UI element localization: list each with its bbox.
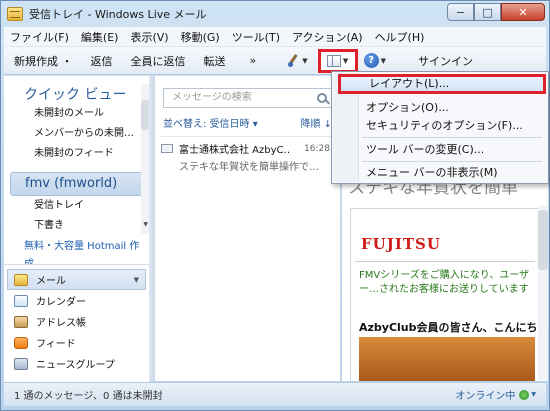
brush-icon (286, 54, 300, 68)
nav-item-unread-contacts[interactable]: メンバーからの未開… (4, 124, 149, 144)
app-calendar-label: カレンダー (36, 297, 86, 308)
online-icon (519, 389, 530, 400)
new-button[interactable]: 新規作成 ・ (14, 53, 73, 69)
chevron-down-icon: ▼ (133, 275, 139, 284)
nav-scrollbar[interactable] (141, 84, 149, 234)
app-calendar[interactable]: カレンダー (4, 290, 149, 311)
status-message-count: 1 通のメッセージ、0 通は未開封 (14, 391, 163, 402)
mail-icon (14, 273, 28, 286)
app-feeds[interactable]: フィード (4, 332, 149, 353)
menu-bar: ファイル(F) 編集(E) 表示(V) 移動(G) ツール(T) アクション(A… (4, 27, 546, 47)
caption-buttons: − □ ✕ (447, 3, 545, 21)
status-bar: 1 通のメッセージ、0 通は未開封 オンライン中 ▼ (4, 382, 546, 406)
chevron-down-icon: ▼ (302, 56, 308, 65)
sort-by-dropdown[interactable]: 並べ替え: 受信日時 ▾ (163, 115, 258, 130)
minimize-button[interactable]: − (447, 3, 474, 21)
menu-file[interactable]: ファイル(F) (10, 29, 69, 45)
promo-image (359, 337, 535, 381)
maximize-button[interactable]: □ (474, 3, 501, 21)
menu-go[interactable]: 移動(G) (181, 29, 220, 45)
sort-bar: 並べ替え: 受信日時 ▾ 降順 ↓ (163, 114, 332, 130)
menu-view[interactable]: 表示(V) (130, 29, 168, 45)
sort-direction-toggle[interactable]: 降順 ↓ (300, 115, 332, 130)
body-heading: AzbyClub会員の皆さん、こんにち (359, 321, 538, 334)
title-bar: 受信トレイ - Windows Live メール − □ ✕ (1, 1, 549, 27)
chevron-down-icon: ▼ (531, 391, 536, 398)
chevron-down-icon: ▼ (380, 56, 387, 65)
menu-separator (362, 161, 542, 162)
help-icon: ? (363, 53, 379, 68)
reply-all-button[interactable]: 全員に返信 (131, 53, 186, 69)
app-mail-label: メール (36, 276, 66, 287)
menu-item-customize-toolbar[interactable]: ツール バーの変更(C)... (338, 140, 546, 160)
calendar-icon (14, 294, 28, 307)
app-mail[interactable]: メール ▼ (7, 269, 146, 290)
menu-item-layout[interactable]: レイアウト(L)... (338, 74, 546, 94)
address-book-icon (14, 315, 28, 328)
menu-edit[interactable]: 編集(E) (81, 29, 119, 45)
reading-scroll-thumb[interactable] (538, 210, 548, 270)
app-newsgroups[interactable]: ニュースグループ (4, 353, 149, 374)
scroll-down-icon[interactable]: ▼ (143, 221, 148, 228)
app-newsgroups-label: ニュースグループ (36, 360, 115, 371)
online-status[interactable]: オンライン中 ▼ (455, 387, 536, 402)
feed-icon (14, 336, 28, 349)
mail-app-icon (7, 7, 23, 21)
message-header-line: 富士通株式会社 AzbyC… 16:28 ▸ (161, 141, 336, 156)
app-address-book-label: アドレス帳 (36, 318, 86, 329)
nav-item-unread-mail[interactable]: 未開封のメール (4, 104, 149, 124)
app-feeds-label: フィード (36, 339, 76, 350)
message-subject: ステキな年賀状を簡単操作で… (179, 162, 319, 173)
search-icon[interactable] (317, 93, 327, 103)
body-notice: FMVシリーズをご購入になり、ユーザー…されたお客様にお送りしています (359, 270, 530, 295)
app-address-book[interactable]: アドレス帳 (4, 311, 149, 332)
menu-actions[interactable]: アクション(A) (292, 29, 363, 45)
signin-button[interactable]: サインイン (418, 53, 473, 69)
reading-scrollbar[interactable] (538, 206, 548, 381)
search-input[interactable]: メッセージの検索 (163, 88, 332, 108)
app-switcher: メール ▼ カレンダー アドレス帳 フィード ニュースグループ (4, 264, 149, 384)
layout-dropdown-menu: レイアウト(L)... オプション(O)... セキュリティのオプション(F).… (331, 71, 549, 184)
fujitsu-logo: FUJITSU (361, 235, 441, 253)
color-brush-button[interactable]: ▼ (286, 54, 308, 68)
nav-item-inbox[interactable]: 受信トレイ (4, 196, 149, 216)
window-title: 受信トレイ - Windows Live メール (29, 8, 207, 21)
newsgroup-icon (14, 357, 28, 370)
message-time: 16:28 (304, 143, 330, 154)
menu-separator (362, 137, 542, 138)
hotmail-promo-link[interactable]: 無料・大容量 Hotmail 作成 (4, 238, 149, 270)
reply-button[interactable]: 返信 (91, 53, 113, 69)
menu-tools[interactable]: ツール(T) (232, 29, 280, 45)
message-sender: 富士通株式会社 AzbyC… (179, 145, 289, 156)
account-header[interactable]: fmv (fmworld) (10, 172, 143, 196)
message-list-pane: メッセージの検索 並べ替え: 受信日時 ▾ 降順 ↓ 富士通株式会社 AzbyC… (155, 76, 341, 381)
menu-help[interactable]: ヘルプ(H) (375, 29, 425, 45)
layout-menu-button[interactable]: ▼ (317, 48, 358, 73)
menu-item-hide-menubar[interactable]: メニュー バーの非表示(M) (338, 163, 546, 183)
toolbar-overflow-button[interactable]: » (250, 54, 257, 67)
app-window: 受信トレイ - Windows Live メール − □ ✕ ファイル(F) 編… (0, 0, 550, 411)
search-placeholder: メッセージの検索 (172, 92, 252, 103)
forward-button[interactable]: 転送 (204, 53, 226, 69)
quick-view-title: クイック ビュー (24, 87, 127, 103)
close-button[interactable]: ✕ (501, 3, 545, 21)
layout-icon (326, 54, 341, 67)
nav-item-unread-feeds[interactable]: 未開封のフィード (4, 144, 149, 164)
message-row[interactable]: 富士通株式会社 AzbyC… 16:28 ▸ ステキな年賀状を簡単操作で… (161, 136, 336, 173)
divider (355, 261, 535, 262)
online-status-label: オンライン中 (455, 391, 516, 402)
envelope-icon (161, 144, 173, 153)
chevron-down-icon: ▼ (342, 56, 349, 65)
nav-item-drafts[interactable]: 下書き (4, 216, 149, 236)
message-body: FUJITSU FMVシリーズをご購入になり、ユーザー…されたお客様にお送りして… (350, 208, 540, 381)
menu-item-security-options[interactable]: セキュリティのオプション(F)... (338, 116, 546, 136)
nav-scroll-thumb[interactable] (141, 100, 149, 130)
menu-item-options[interactable]: オプション(O)... (338, 98, 546, 118)
help-button[interactable]: ? ▼ (363, 53, 387, 68)
